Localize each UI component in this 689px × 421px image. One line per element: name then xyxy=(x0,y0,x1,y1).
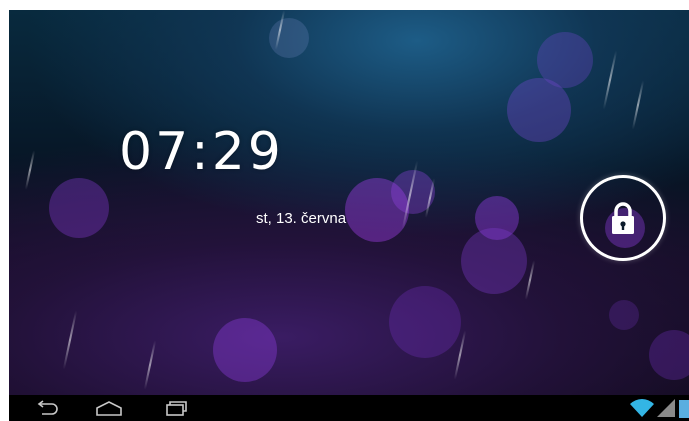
wallpaper-streak xyxy=(424,178,436,218)
wifi-icon xyxy=(629,398,655,418)
navigation-bar xyxy=(9,395,689,421)
lockscreen-clock: 07:29 xyxy=(119,122,284,182)
back-button[interactable] xyxy=(29,398,65,418)
back-icon xyxy=(34,400,60,416)
device-frame: 07:29 st, 13. června xyxy=(0,0,689,421)
home-button[interactable] xyxy=(91,398,127,418)
home-icon xyxy=(94,400,124,416)
wallpaper-streak xyxy=(631,80,645,130)
wallpaper-streak xyxy=(62,310,78,370)
lockscreen: 07:29 st, 13. června xyxy=(9,10,689,395)
padlock-icon xyxy=(608,201,638,235)
wallpaper-bokeh xyxy=(391,170,435,214)
wallpaper-bokeh xyxy=(649,330,689,380)
wallpaper-bokeh xyxy=(461,228,527,294)
wallpaper-bokeh xyxy=(345,178,409,242)
wallpaper-bokeh xyxy=(537,32,593,88)
wallpaper-streak xyxy=(453,330,467,380)
wallpaper-bokeh xyxy=(269,18,309,58)
recent-apps-button[interactable] xyxy=(157,398,193,418)
wallpaper-bokeh xyxy=(213,318,277,382)
wallpaper-streak xyxy=(143,340,157,390)
recent-apps-icon xyxy=(162,400,188,416)
status-icons xyxy=(629,397,689,419)
battery-icon xyxy=(677,398,689,418)
unlock-handle[interactable] xyxy=(580,175,666,261)
signal-icon xyxy=(655,398,677,418)
wallpaper-streak xyxy=(524,260,536,300)
wallpaper-bokeh xyxy=(475,196,519,240)
lockscreen-date: st, 13. června xyxy=(256,210,347,227)
wallpaper-bokeh xyxy=(389,286,461,358)
wallpaper-bokeh xyxy=(49,178,109,238)
wallpaper-streak xyxy=(401,160,419,230)
wallpaper-streak xyxy=(274,10,286,50)
wallpaper-bokeh xyxy=(507,78,571,142)
wallpaper-streak xyxy=(602,50,618,110)
wallpaper-bokeh xyxy=(609,300,639,330)
wallpaper-streak xyxy=(24,150,36,190)
